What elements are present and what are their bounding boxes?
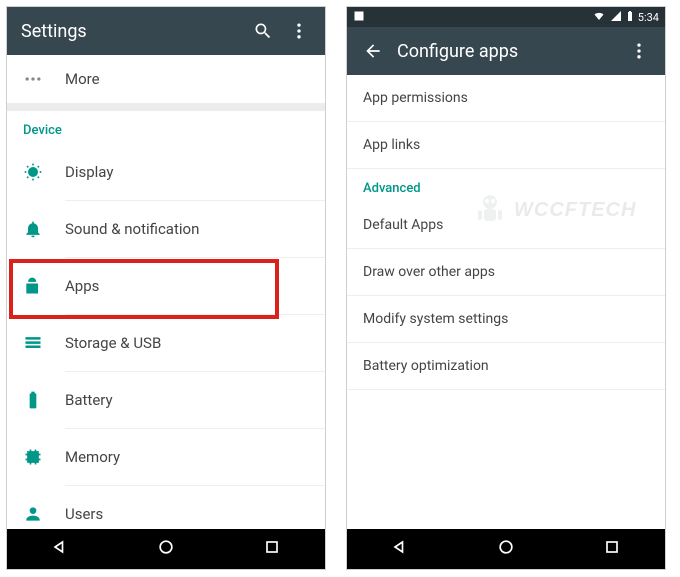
signal-icon — [610, 10, 622, 25]
row-sound[interactable]: Sound & notification — [7, 201, 325, 257]
settings-list: More Device Display Sound & notification… — [7, 55, 325, 529]
nav-back-icon[interactable] — [390, 537, 410, 561]
nav-back-icon[interactable] — [50, 537, 70, 561]
row-label: Modify system settings — [363, 311, 508, 327]
more-vert-icon[interactable] — [621, 33, 657, 69]
section-divider — [7, 103, 325, 111]
phone-settings: Settings More Device Display — [6, 6, 326, 570]
row-display[interactable]: Display — [7, 144, 325, 200]
screenshot-icon — [353, 10, 365, 25]
row-storage[interactable]: Storage & USB — [7, 315, 325, 371]
row-memory[interactable]: Memory — [7, 429, 325, 485]
row-app-links[interactable]: App links — [347, 122, 665, 168]
battery-icon — [23, 390, 65, 410]
phone-configure-apps: 5:34 Configure apps App permissions App … — [346, 6, 666, 570]
storage-icon — [23, 333, 65, 353]
appbar-configure: Configure apps — [347, 27, 665, 75]
row-label: Memory — [65, 448, 325, 466]
back-arrow-icon[interactable] — [355, 33, 391, 69]
bell-icon — [23, 219, 65, 239]
appbar-title: Configure apps — [397, 41, 621, 62]
row-more[interactable]: More — [7, 55, 325, 103]
nav-home-icon[interactable] — [156, 537, 176, 561]
row-label: Battery optimization — [363, 358, 489, 374]
battery-status-icon — [626, 10, 634, 25]
row-label: Sound & notification — [65, 220, 325, 238]
navbar — [347, 529, 665, 569]
row-modify-system[interactable]: Modify system settings — [347, 296, 665, 342]
memory-icon — [23, 447, 65, 467]
row-battery[interactable]: Battery — [7, 372, 325, 428]
section-header-advanced: Advanced — [347, 169, 665, 202]
appbar-title: Settings — [21, 21, 245, 42]
row-default-apps[interactable]: Default Apps — [347, 202, 665, 248]
more-vert-icon[interactable] — [281, 13, 317, 49]
apps-icon — [23, 276, 65, 296]
row-app-permissions[interactable]: App permissions — [347, 75, 665, 121]
display-icon — [23, 162, 65, 182]
status-time: 5:34 — [638, 11, 659, 24]
row-label: Storage & USB — [65, 334, 325, 352]
row-battery-opt[interactable]: Battery optimization — [347, 343, 665, 389]
nav-recent-icon[interactable] — [262, 537, 282, 561]
wifi-icon — [592, 10, 606, 25]
person-icon — [23, 504, 65, 524]
row-users[interactable]: Users — [7, 486, 325, 529]
divider — [347, 389, 665, 390]
section-header-device: Device — [7, 111, 325, 144]
appbar-settings: Settings — [7, 7, 325, 55]
navbar — [7, 529, 325, 569]
row-draw-over[interactable]: Draw over other apps — [347, 249, 665, 295]
statusbar: 5:34 — [347, 7, 665, 27]
configure-list: App permissions App links Advanced Defau… — [347, 75, 665, 529]
row-label: Display — [65, 163, 325, 181]
nav-recent-icon[interactable] — [602, 537, 622, 561]
row-apps[interactable]: Apps — [7, 258, 325, 314]
row-label: App links — [363, 137, 420, 153]
row-label: Apps — [65, 277, 325, 295]
row-label: App permissions — [363, 90, 468, 106]
search-icon[interactable] — [245, 13, 281, 49]
row-label: Draw over other apps — [363, 264, 495, 280]
row-label: Default Apps — [363, 217, 443, 233]
row-label: Battery — [65, 391, 325, 409]
more-horiz-icon — [23, 69, 65, 89]
nav-home-icon[interactable] — [496, 537, 516, 561]
row-label: More — [65, 70, 325, 88]
row-label: Users — [65, 505, 325, 523]
